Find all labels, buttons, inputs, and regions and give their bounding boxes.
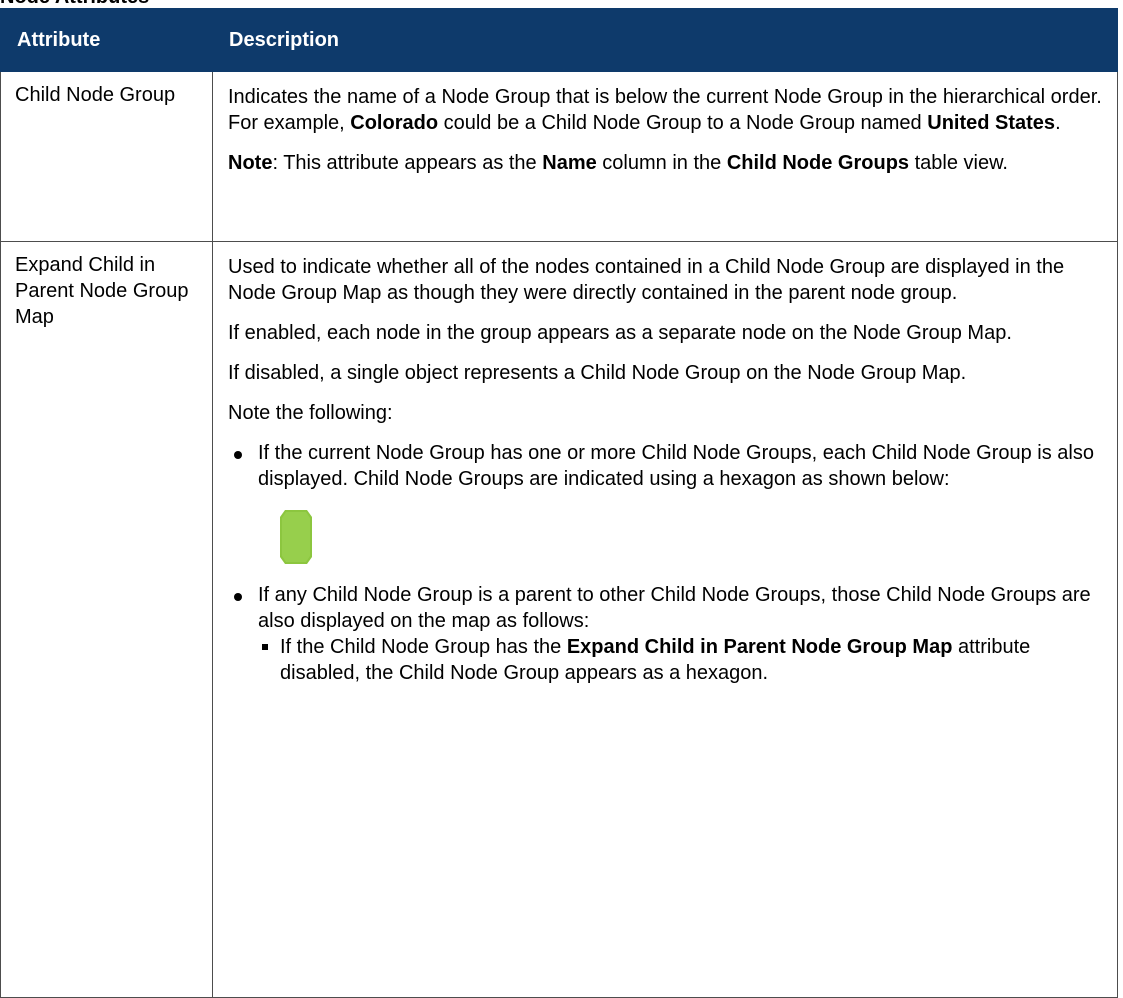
sub-bullet-list: If the Child Node Group has the Expand C… [258, 634, 1103, 686]
note-paragraph: Note: This attribute appears as the Name… [228, 150, 1103, 176]
square-bullet-icon [262, 644, 268, 650]
description-paragraph: If disabled, a single object represents … [228, 362, 967, 384]
table-row: Expand Child in Parent Node Group Map Us… [0, 241, 1118, 998]
description-paragraph: Note the following: [228, 402, 393, 424]
bold-text: Child Node Groups [726, 152, 910, 174]
table-row: Child Node Group Indicates the name of a… [0, 71, 1118, 242]
bullet-list: If the current Node Group has one or mor… [228, 440, 1103, 686]
text: table view. [909, 152, 1008, 174]
attribute-name: Child Node Group [0, 71, 213, 242]
header-attribute: Attribute [0, 8, 213, 72]
table-header-row: Attribute Description [0, 8, 1118, 72]
description-paragraph: If enabled, each node in the group appea… [228, 322, 1012, 344]
list-item: If the current Node Group has one or mor… [228, 440, 1103, 564]
text: . [1055, 112, 1061, 134]
text: could be a Child Node Group to a Node Gr… [438, 112, 928, 134]
header-description: Description [212, 8, 1118, 72]
bold-text: Name [542, 152, 597, 174]
description-paragraph: Used to indicate whether all of the node… [228, 256, 1065, 304]
list-item: If any Child Node Group is a parent to o… [228, 582, 1103, 686]
bullet-icon [234, 451, 242, 459]
description-paragraph: Indicates the name of a Node Group that … [228, 84, 1103, 136]
bullet-icon [234, 593, 242, 601]
list-item-text: If any Child Node Group is a parent to o… [258, 584, 1091, 632]
text: If the Child Node Group has the [280, 636, 567, 658]
list-item-text: If the current Node Group has one or mor… [258, 442, 1094, 490]
attribute-description: Used to indicate whether all of the node… [212, 241, 1118, 998]
attributes-table: Attribute Description Child Node Group I… [0, 8, 1118, 998]
bold-text: Colorado [350, 112, 439, 134]
text: : This attribute appears as the [272, 152, 543, 174]
bold-text: United States [927, 112, 1056, 134]
attribute-description: Indicates the name of a Node Group that … [212, 71, 1118, 242]
attribute-name: Expand Child in Parent Node Group Map [0, 241, 213, 998]
hexagon-icon [276, 510, 1103, 564]
note-label: Note [228, 152, 273, 174]
bold-text: Expand Child in Parent Node Group Map [566, 636, 953, 658]
list-item: If the Child Node Group has the Expand C… [258, 634, 1103, 686]
text: column in the [596, 152, 727, 174]
